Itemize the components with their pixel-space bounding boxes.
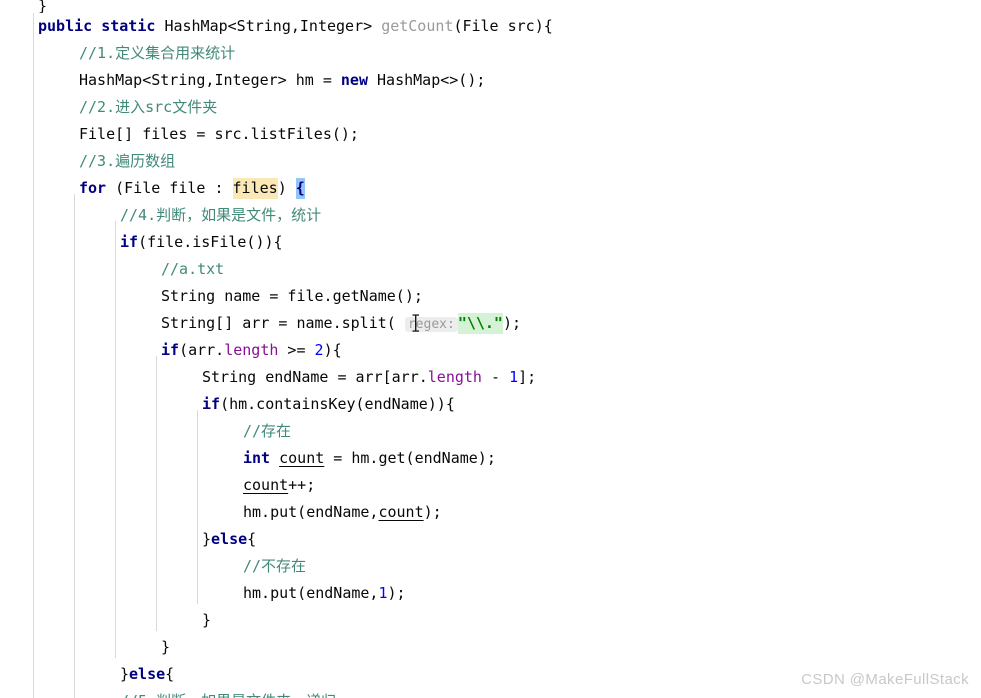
- code-line-comment-not-exists[interactable]: //不存在: [0, 553, 981, 580]
- code-line-comment-atxt[interactable]: //a.txt: [0, 256, 981, 283]
- keyword-else: else: [211, 530, 248, 548]
- comment-iterate-array: //3.遍历数组: [79, 152, 176, 170]
- comment-check-directory: //5.判断，如果是文件夹，递归: [120, 692, 336, 698]
- closing-brace: }: [120, 665, 130, 683]
- code-line-else-inner[interactable]: }else{: [0, 526, 981, 553]
- if-tail: ){: [323, 341, 342, 359]
- comment-not-exists: //不存在: [243, 557, 307, 575]
- int-count-tail: = hm.get(endName);: [324, 449, 496, 467]
- keyword-else: else: [129, 665, 166, 683]
- code-line-split[interactable]: String[] arr = name.split( regex: "\\.");: [0, 310, 981, 337]
- closing-brace: }: [202, 611, 212, 629]
- highlighted-brace-open[interactable]: {: [295, 178, 305, 199]
- number-one: 1: [509, 368, 519, 386]
- comment-define-map: //1.定义集合用来统计: [79, 44, 236, 62]
- keyword-if: if: [202, 395, 221, 413]
- keyword-if: if: [120, 233, 139, 251]
- method-params: (File src){: [453, 17, 553, 35]
- comment-enter-src: //2.进入src文件夹: [79, 98, 218, 116]
- number-two: 2: [314, 341, 324, 359]
- code-line-partial-top[interactable]: }: [0, 0, 981, 13]
- code-line-comment-4[interactable]: //4.判断，如果是文件，统计: [0, 202, 981, 229]
- containskey-condition: (hm.containsKey(endName)){: [220, 395, 455, 413]
- split-head: String[] arr = name.split: [161, 314, 387, 332]
- code-line-put-one[interactable]: hm.put(endName,1);: [0, 580, 981, 607]
- getname-statement: String name = file.getName();: [161, 287, 423, 305]
- for-header: (File file :: [106, 179, 233, 197]
- highlighted-identifier-files[interactable]: files: [232, 178, 278, 199]
- keyword-new: new: [340, 71, 368, 89]
- code-line-endname[interactable]: String endName = arr[arr.length - 1];: [0, 364, 981, 391]
- csdn-watermark: CSDN @MakeFullStack: [801, 671, 969, 688]
- code-line-count-increment[interactable]: count++;: [0, 472, 981, 499]
- split-open-paren: (: [386, 314, 405, 332]
- code-line-if-length[interactable]: if(arr.length >= 2){: [0, 337, 981, 364]
- put-head: hm.put(endName,: [243, 584, 379, 602]
- code-line-method-signature[interactable]: public static HashMap<String,Integer> ge…: [0, 13, 981, 40]
- hashmap-declaration: HashMap<String,Integer> hm =: [79, 71, 341, 89]
- comment-a-txt: //a.txt: [161, 260, 225, 278]
- operator-gte: >=: [278, 341, 315, 359]
- code-line-comment-partial-bottom[interactable]: //5.判断，如果是文件夹，递归: [0, 688, 981, 698]
- else-open-brace: {: [247, 530, 257, 548]
- field-length: length: [224, 341, 279, 359]
- string-literal-regex[interactable]: "\\.": [457, 313, 503, 334]
- parameter-hint-regex: regex:: [404, 317, 458, 332]
- listfiles-statement: File[] files = src.listFiles();: [79, 125, 359, 143]
- keyword-static: static: [101, 17, 156, 35]
- code-line-if-isfile[interactable]: if(file.isFile()){: [0, 229, 981, 256]
- endname-head: String endName = arr[arr.: [202, 368, 428, 386]
- number-one: 1: [378, 584, 388, 602]
- keyword-int: int: [243, 449, 271, 467]
- else-open-brace: {: [165, 665, 175, 683]
- endname-tail: ];: [518, 368, 537, 386]
- code-line-comment-2[interactable]: //2.进入src文件夹: [0, 94, 981, 121]
- code-line-close-brace-2[interactable]: }: [0, 634, 981, 661]
- closing-brace: }: [161, 638, 171, 656]
- code-editor[interactable]: } public static HashMap<String,Integer> …: [0, 0, 981, 698]
- hashmap-constructor: HashMap<>();: [368, 71, 486, 89]
- local-variable-count[interactable]: count: [243, 476, 288, 494]
- split-tail: );: [502, 314, 522, 332]
- local-variable-count[interactable]: count: [279, 449, 324, 467]
- code-content[interactable]: } public static HashMap<String,Integer> …: [0, 0, 981, 698]
- keyword-if: if: [161, 341, 180, 359]
- code-line-close-brace-1[interactable]: }: [0, 607, 981, 634]
- return-type: HashMap<String,Integer>: [164, 17, 373, 35]
- code-line-listfiles[interactable]: File[] files = src.listFiles();: [0, 121, 981, 148]
- increment-operator: ++;: [288, 476, 316, 494]
- minus-operator: -: [481, 368, 510, 386]
- local-variable-count[interactable]: count: [378, 503, 423, 521]
- for-close-paren: ): [277, 179, 296, 197]
- field-length: length: [427, 368, 482, 386]
- comment-exists: //存在: [243, 422, 292, 440]
- code-line-if-containskey[interactable]: if(hm.containsKey(endName)){: [0, 391, 981, 418]
- code-line-put-count[interactable]: hm.put(endName,count);: [0, 499, 981, 526]
- code-line-comment-exists[interactable]: //存在: [0, 418, 981, 445]
- token-brace: }: [38, 0, 48, 13]
- put-tail: );: [387, 584, 406, 602]
- code-line-int-count[interactable]: int count = hm.get(endName);: [0, 445, 981, 472]
- keyword-for: for: [79, 179, 107, 197]
- code-line-comment-3[interactable]: //3.遍历数组: [0, 148, 981, 175]
- closing-brace: }: [202, 530, 212, 548]
- put-tail: );: [423, 503, 442, 521]
- code-line-comment-1[interactable]: //1.定义集合用来统计: [0, 40, 981, 67]
- put-head: hm.put(endName,: [243, 503, 379, 521]
- code-line-for-loop[interactable]: for (File file : files) {: [0, 175, 981, 202]
- code-line-declare-hashmap[interactable]: HashMap<String,Integer> hm = new HashMap…: [0, 67, 981, 94]
- keyword-public: public: [38, 17, 93, 35]
- method-name-getcount[interactable]: getCount: [381, 17, 453, 35]
- comment-check-file: //4.判断，如果是文件，统计: [120, 206, 322, 224]
- code-line-getname[interactable]: String name = file.getName();: [0, 283, 981, 310]
- isfile-condition: (file.isFile()){: [138, 233, 283, 251]
- arr-prefix: (arr.: [179, 341, 225, 359]
